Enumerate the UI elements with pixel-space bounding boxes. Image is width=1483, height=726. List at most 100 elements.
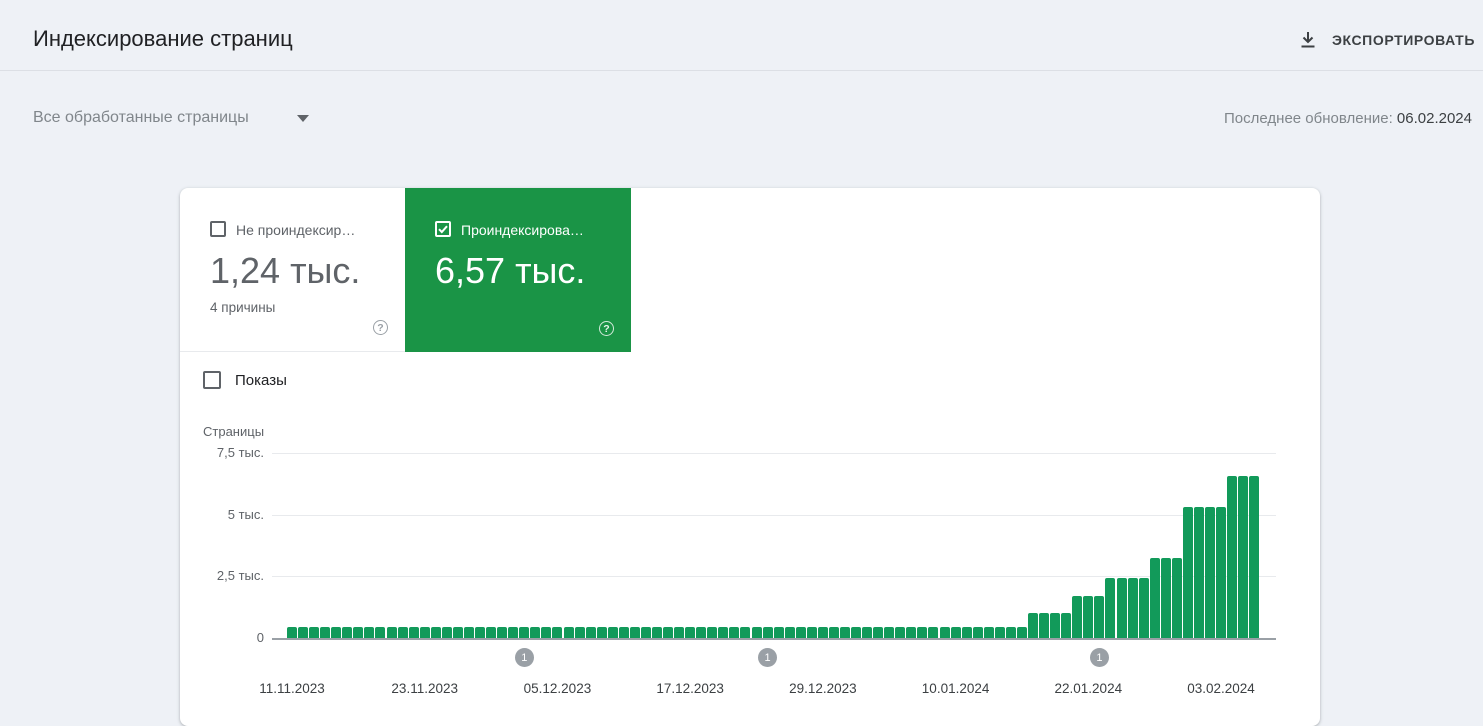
chart-bar[interactable] — [784, 626, 795, 638]
chart-bar[interactable] — [618, 626, 629, 638]
chart-bar[interactable] — [497, 626, 508, 638]
chart-bar[interactable] — [1249, 475, 1260, 638]
chart-bar[interactable] — [1072, 596, 1083, 638]
chart-bar[interactable] — [718, 626, 729, 638]
chart-bar[interactable] — [817, 626, 828, 638]
chart-bar[interactable] — [862, 626, 873, 638]
pages-indexed-chart: Страницы 0 2,5 тыс. 5 тыс. 7,5 тыс. 11.11.20… — [180, 188, 1320, 726]
chart-bar[interactable] — [353, 626, 364, 638]
chart-bar[interactable] — [563, 626, 574, 638]
chart-bar[interactable] — [1171, 557, 1182, 638]
x-axis-tick-label: 05.12.2023 — [523, 681, 592, 696]
chart-bar[interactable] — [475, 626, 486, 638]
event-marker[interactable]: 1 — [758, 648, 778, 667]
chart-bar[interactable] — [1149, 557, 1160, 638]
chart-bar[interactable] — [1061, 613, 1072, 638]
chart-bar[interactable] — [651, 626, 662, 638]
chart-bar[interactable] — [707, 626, 718, 638]
chart-bar[interactable] — [331, 626, 342, 638]
chart-bar[interactable] — [884, 626, 895, 638]
chart-bar[interactable] — [1193, 507, 1204, 638]
chart-bar[interactable] — [1094, 596, 1105, 638]
chart-bar[interactable] — [1116, 577, 1127, 638]
chart-bar[interactable] — [309, 626, 320, 638]
chart-bar[interactable] — [574, 626, 585, 638]
chart-bar[interactable] — [519, 626, 530, 638]
chart-bar[interactable] — [663, 626, 674, 638]
chart-bar[interactable] — [851, 626, 862, 638]
chart-bar[interactable] — [1182, 507, 1193, 638]
chart-bar[interactable] — [1238, 475, 1249, 638]
chart-bar[interactable] — [917, 626, 928, 638]
chart-bar[interactable] — [972, 626, 983, 638]
chart-bar[interactable] — [795, 626, 806, 638]
chart-bar[interactable] — [1216, 507, 1227, 638]
chart-bar[interactable] — [287, 626, 297, 638]
chart-bar[interactable] — [939, 626, 950, 638]
chart-bar[interactable] — [828, 626, 839, 638]
chart-bar[interactable] — [419, 626, 430, 638]
x-axis-tick-label: 22.01.2024 — [1054, 681, 1123, 696]
chart-bar[interactable] — [696, 626, 707, 638]
chart-bar[interactable] — [298, 626, 309, 638]
chart-bar[interactable] — [430, 626, 441, 638]
chart-bar[interactable] — [983, 626, 994, 638]
chart-bar[interactable] — [1160, 557, 1171, 638]
chart-bar[interactable] — [994, 626, 1005, 638]
chart-bar[interactable] — [463, 626, 474, 638]
export-button-label: ЭКСПОРТИРОВАТЬ — [1331, 32, 1475, 48]
chart-bar[interactable] — [320, 626, 331, 638]
chart-bar[interactable] — [629, 626, 640, 638]
chart-bar[interactable] — [441, 626, 452, 638]
chart-bar[interactable] — [729, 626, 740, 638]
chart-bar[interactable] — [895, 626, 906, 638]
chart-bar[interactable] — [364, 626, 375, 638]
event-marker[interactable]: 1 — [514, 648, 534, 667]
chart-bar[interactable] — [386, 626, 397, 638]
chart-bar[interactable] — [508, 626, 519, 638]
chart-bar[interactable] — [762, 626, 773, 638]
chart-bar[interactable] — [1127, 577, 1138, 638]
chart-bar[interactable] — [342, 626, 353, 638]
chart-bar[interactable] — [530, 626, 541, 638]
chart-bar[interactable] — [1039, 613, 1050, 638]
chart-bar[interactable] — [751, 626, 762, 638]
chart-bar[interactable] — [486, 626, 497, 638]
chart-bar[interactable] — [740, 626, 751, 638]
chart-bar[interactable] — [906, 626, 917, 638]
chart-bar[interactable] — [1105, 577, 1116, 638]
chart-bar[interactable] — [961, 626, 972, 638]
export-button[interactable]: ЭКСПОРТИРОВАТЬ — [1292, 26, 1481, 54]
chart-bar[interactable] — [1016, 626, 1027, 638]
chart-bar[interactable] — [375, 626, 386, 638]
chart-bar[interactable] — [873, 626, 884, 638]
chart-bar[interactable] — [1028, 613, 1039, 638]
chart-bar[interactable] — [552, 626, 563, 638]
chart-bar[interactable] — [950, 626, 961, 638]
chart-bar[interactable] — [1083, 596, 1094, 638]
chart-bar[interactable] — [1138, 577, 1149, 638]
chart-bar[interactable] — [1204, 507, 1215, 638]
chart-bar[interactable] — [607, 626, 618, 638]
chart-bar[interactable] — [397, 626, 408, 638]
chart-bar[interactable] — [1050, 613, 1061, 638]
chart-bar[interactable] — [1227, 475, 1238, 638]
chart-bar[interactable] — [928, 626, 939, 638]
chart-bar[interactable] — [685, 626, 696, 638]
chart-bar[interactable] — [806, 626, 817, 638]
event-marker[interactable]: 1 — [1089, 648, 1109, 667]
chart-bar[interactable] — [1005, 626, 1016, 638]
y-axis-tick-label: 5 тыс. — [227, 506, 264, 522]
chart-bar[interactable] — [452, 626, 463, 638]
chart-bar[interactable] — [596, 626, 607, 638]
chart-bar[interactable] — [640, 626, 651, 638]
x-axis-tick-label: 17.12.2023 — [656, 681, 724, 696]
chart-bar[interactable] — [408, 626, 419, 638]
chart-bar[interactable] — [541, 626, 552, 638]
chart-bar[interactable] — [773, 626, 784, 638]
chart-bar[interactable] — [585, 626, 596, 638]
page-filter-dropdown[interactable]: Все обработанные страницы — [33, 109, 309, 127]
chart-gridline — [272, 638, 1276, 640]
chart-bar[interactable] — [674, 626, 685, 638]
chart-bar[interactable] — [840, 626, 850, 638]
